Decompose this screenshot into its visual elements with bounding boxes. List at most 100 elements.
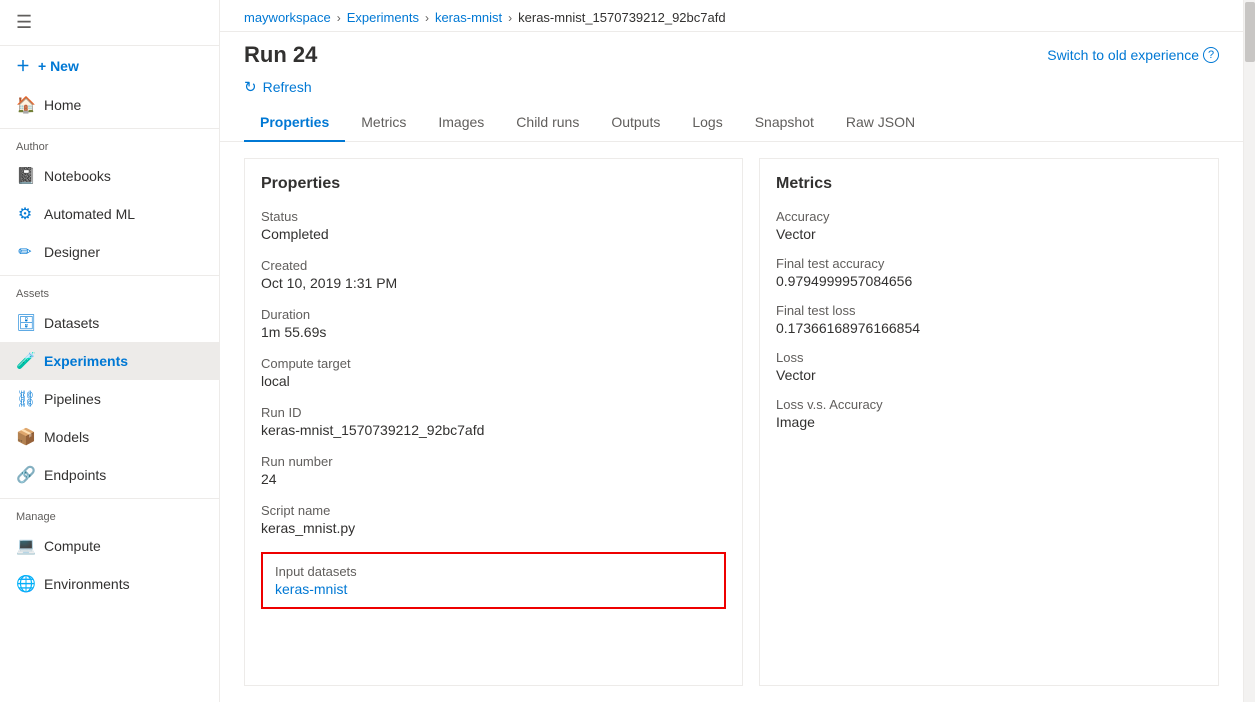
- metric-loss-vs-accuracy-label: Loss v.s. Accuracy: [776, 397, 1202, 412]
- switch-experience-button[interactable]: Switch to old experience ?: [1047, 47, 1219, 63]
- endpoints-icon: 🔗: [16, 465, 34, 485]
- metrics-panel: Metrics Accuracy Vector Final test accur…: [759, 158, 1219, 686]
- metric-loss-vs-accuracy-value: Image: [776, 414, 1202, 430]
- pipelines-icon: ⛓: [16, 389, 34, 409]
- tab-properties[interactable]: Properties: [244, 104, 345, 142]
- metric-final-test-loss-value: 0.17366168976166854: [776, 320, 1202, 336]
- properties-title: Properties: [261, 175, 726, 193]
- breadcrumb-experiments[interactable]: Experiments: [347, 10, 419, 25]
- sidebar-item-models[interactable]: 📦 Models: [0, 418, 219, 456]
- tab-snapshot[interactable]: Snapshot: [739, 104, 830, 142]
- metric-loss-label: Loss: [776, 350, 1202, 365]
- prop-run-id-label: Run ID: [261, 405, 726, 420]
- author-section-label: Author: [0, 133, 219, 157]
- properties-panel: Properties Status Completed Created Oct …: [244, 158, 743, 686]
- prop-run-id-value: keras-mnist_1570739212_92bc7afd: [261, 422, 726, 438]
- sidebar-item-pipelines[interactable]: ⛓ Pipelines: [0, 380, 219, 418]
- new-icon: ＋: [16, 56, 30, 76]
- breadcrumb-sep-1: ›: [337, 11, 341, 25]
- refresh-icon: ↻: [244, 78, 257, 96]
- prop-compute-target: Compute target local: [261, 356, 726, 389]
- sidebar-item-notebooks[interactable]: 📓 Notebooks: [0, 157, 219, 195]
- metric-final-test-accuracy-value: 0.9794999957084656: [776, 273, 1202, 289]
- tab-raw-json[interactable]: Raw JSON: [830, 104, 931, 142]
- content-area: Properties Status Completed Created Oct …: [220, 142, 1243, 702]
- prop-created-value: Oct 10, 2019 1:31 PM: [261, 275, 726, 291]
- breadcrumb-workspace[interactable]: mayworkspace: [244, 10, 331, 25]
- metric-loss: Loss Vector: [776, 350, 1202, 383]
- hamburger-icon: ☰: [16, 12, 32, 33]
- breadcrumb-sep-2: ›: [425, 11, 429, 25]
- designer-icon: ✏: [16, 242, 34, 262]
- metric-accuracy-label: Accuracy: [776, 209, 1202, 224]
- breadcrumb-sep-3: ›: [508, 11, 512, 25]
- compute-icon: 💻: [16, 536, 34, 556]
- prop-script-name: Script name keras_mnist.py: [261, 503, 726, 536]
- metric-final-test-accuracy-label: Final test accuracy: [776, 256, 1202, 271]
- prop-duration: Duration 1m 55.69s: [261, 307, 726, 340]
- tab-images[interactable]: Images: [422, 104, 500, 142]
- metric-final-test-loss-label: Final test loss: [776, 303, 1202, 318]
- models-icon: 📦: [16, 427, 34, 447]
- sidebar-item-home[interactable]: 🏠 Home: [0, 86, 219, 124]
- breadcrumb-keras-mnist[interactable]: keras-mnist: [435, 10, 502, 25]
- page-header: Run 24 Switch to old experience ?: [220, 32, 1243, 74]
- environments-icon: 🌐: [16, 574, 34, 594]
- metric-accuracy: Accuracy Vector: [776, 209, 1202, 242]
- metric-final-test-accuracy: Final test accuracy 0.9794999957084656: [776, 256, 1202, 289]
- refresh-button[interactable]: ↻ Refresh: [220, 74, 1243, 104]
- datasets-icon: 🗄: [16, 313, 34, 333]
- tab-logs[interactable]: Logs: [676, 104, 738, 142]
- metrics-title: Metrics: [776, 175, 1202, 193]
- sidebar-item-designer[interactable]: ✏ Designer: [0, 233, 219, 271]
- new-button[interactable]: ＋ + New: [0, 46, 219, 86]
- prop-status-value: Completed: [261, 226, 726, 242]
- sidebar-item-datasets[interactable]: 🗄 Datasets: [0, 304, 219, 342]
- page-title: Run 24: [244, 42, 317, 68]
- prop-duration-value: 1m 55.69s: [261, 324, 726, 340]
- breadcrumb: mayworkspace › Experiments › keras-mnist…: [220, 0, 1243, 32]
- sidebar-item-experiments[interactable]: 🧪 Experiments: [0, 342, 219, 380]
- tab-metrics[interactable]: Metrics: [345, 104, 422, 142]
- experiments-icon: 🧪: [16, 351, 34, 371]
- metric-loss-vs-accuracy: Loss v.s. Accuracy Image: [776, 397, 1202, 430]
- prop-created: Created Oct 10, 2019 1:31 PM: [261, 258, 726, 291]
- input-datasets-label: Input datasets: [275, 564, 712, 579]
- home-icon: 🏠: [16, 95, 34, 115]
- prop-compute-target-value: local: [261, 373, 726, 389]
- tab-bar: Properties Metrics Images Child runs Out…: [220, 104, 1243, 142]
- prop-status: Status Completed: [261, 209, 726, 242]
- tab-outputs[interactable]: Outputs: [595, 104, 676, 142]
- notebooks-icon: 📓: [16, 166, 34, 186]
- sidebar: ☰ ＋ + New 🏠 Home Author 📓 Notebooks ⚙ Au…: [0, 0, 220, 702]
- metric-accuracy-value: Vector: [776, 226, 1202, 242]
- prop-status-label: Status: [261, 209, 726, 224]
- input-datasets-link[interactable]: keras-mnist: [275, 581, 712, 597]
- metric-loss-value: Vector: [776, 367, 1202, 383]
- prop-run-number-label: Run number: [261, 454, 726, 469]
- scrollbar-thumb[interactable]: [1245, 2, 1255, 62]
- input-datasets-box: Input datasets keras-mnist: [261, 552, 726, 609]
- prop-script-name-label: Script name: [261, 503, 726, 518]
- metric-final-test-loss: Final test loss 0.17366168976166854: [776, 303, 1202, 336]
- sidebar-item-environments[interactable]: 🌐 Environments: [0, 565, 219, 603]
- main-content: mayworkspace › Experiments › keras-mnist…: [220, 0, 1243, 702]
- prop-created-label: Created: [261, 258, 726, 273]
- prop-run-id: Run ID keras-mnist_1570739212_92bc7afd: [261, 405, 726, 438]
- prop-run-number-value: 24: [261, 471, 726, 487]
- prop-run-number: Run number 24: [261, 454, 726, 487]
- assets-section-label: Assets: [0, 280, 219, 304]
- prop-duration-label: Duration: [261, 307, 726, 322]
- prop-script-name-value: keras_mnist.py: [261, 520, 726, 536]
- automated-ml-icon: ⚙: [16, 204, 34, 224]
- breadcrumb-current: keras-mnist_1570739212_92bc7afd: [518, 10, 725, 25]
- sidebar-item-endpoints[interactable]: 🔗 Endpoints: [0, 456, 219, 494]
- manage-section-label: Manage: [0, 503, 219, 527]
- prop-compute-target-label: Compute target: [261, 356, 726, 371]
- sidebar-item-compute[interactable]: 💻 Compute: [0, 527, 219, 565]
- scrollbar[interactable]: [1243, 0, 1255, 702]
- tab-child-runs[interactable]: Child runs: [500, 104, 595, 142]
- sidebar-hamburger[interactable]: ☰: [0, 0, 219, 46]
- info-icon: ?: [1203, 47, 1219, 63]
- sidebar-item-automated-ml[interactable]: ⚙ Automated ML: [0, 195, 219, 233]
